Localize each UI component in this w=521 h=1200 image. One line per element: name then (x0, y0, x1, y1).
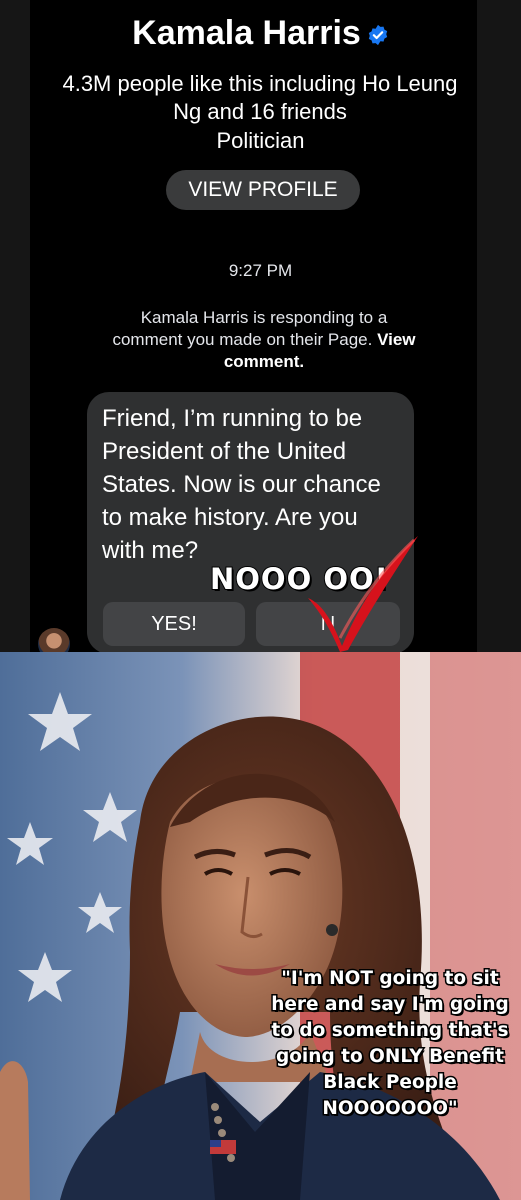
comment-notice: Kamala Harris is responding to a comment… (108, 307, 420, 373)
view-profile-button[interactable]: VIEW PROFILE (166, 170, 360, 210)
avatar (38, 628, 70, 652)
reply-yes-button[interactable]: YES! (103, 602, 245, 646)
timestamp: 9:27 PM (228, 261, 293, 280)
page-category: Politician (216, 128, 305, 153)
page-title: Kamala Harris (0, 14, 521, 53)
page-name: Kamala Harris (132, 14, 361, 52)
quote-overlay-text: "I'm NOT going to sit here and say I'm g… (270, 967, 511, 1121)
messenger-screenshot: Kamala Harris 4.3M people like this incl… (0, 0, 521, 652)
likes-count: 4.3M people like this including Ho Leung… (62, 71, 458, 124)
checkmark-icon (308, 536, 418, 652)
notice-text: Kamala Harris is responding to a comment… (112, 308, 388, 349)
right-edge (477, 0, 521, 652)
verified-badge-icon (368, 24, 388, 46)
left-edge (0, 0, 30, 652)
